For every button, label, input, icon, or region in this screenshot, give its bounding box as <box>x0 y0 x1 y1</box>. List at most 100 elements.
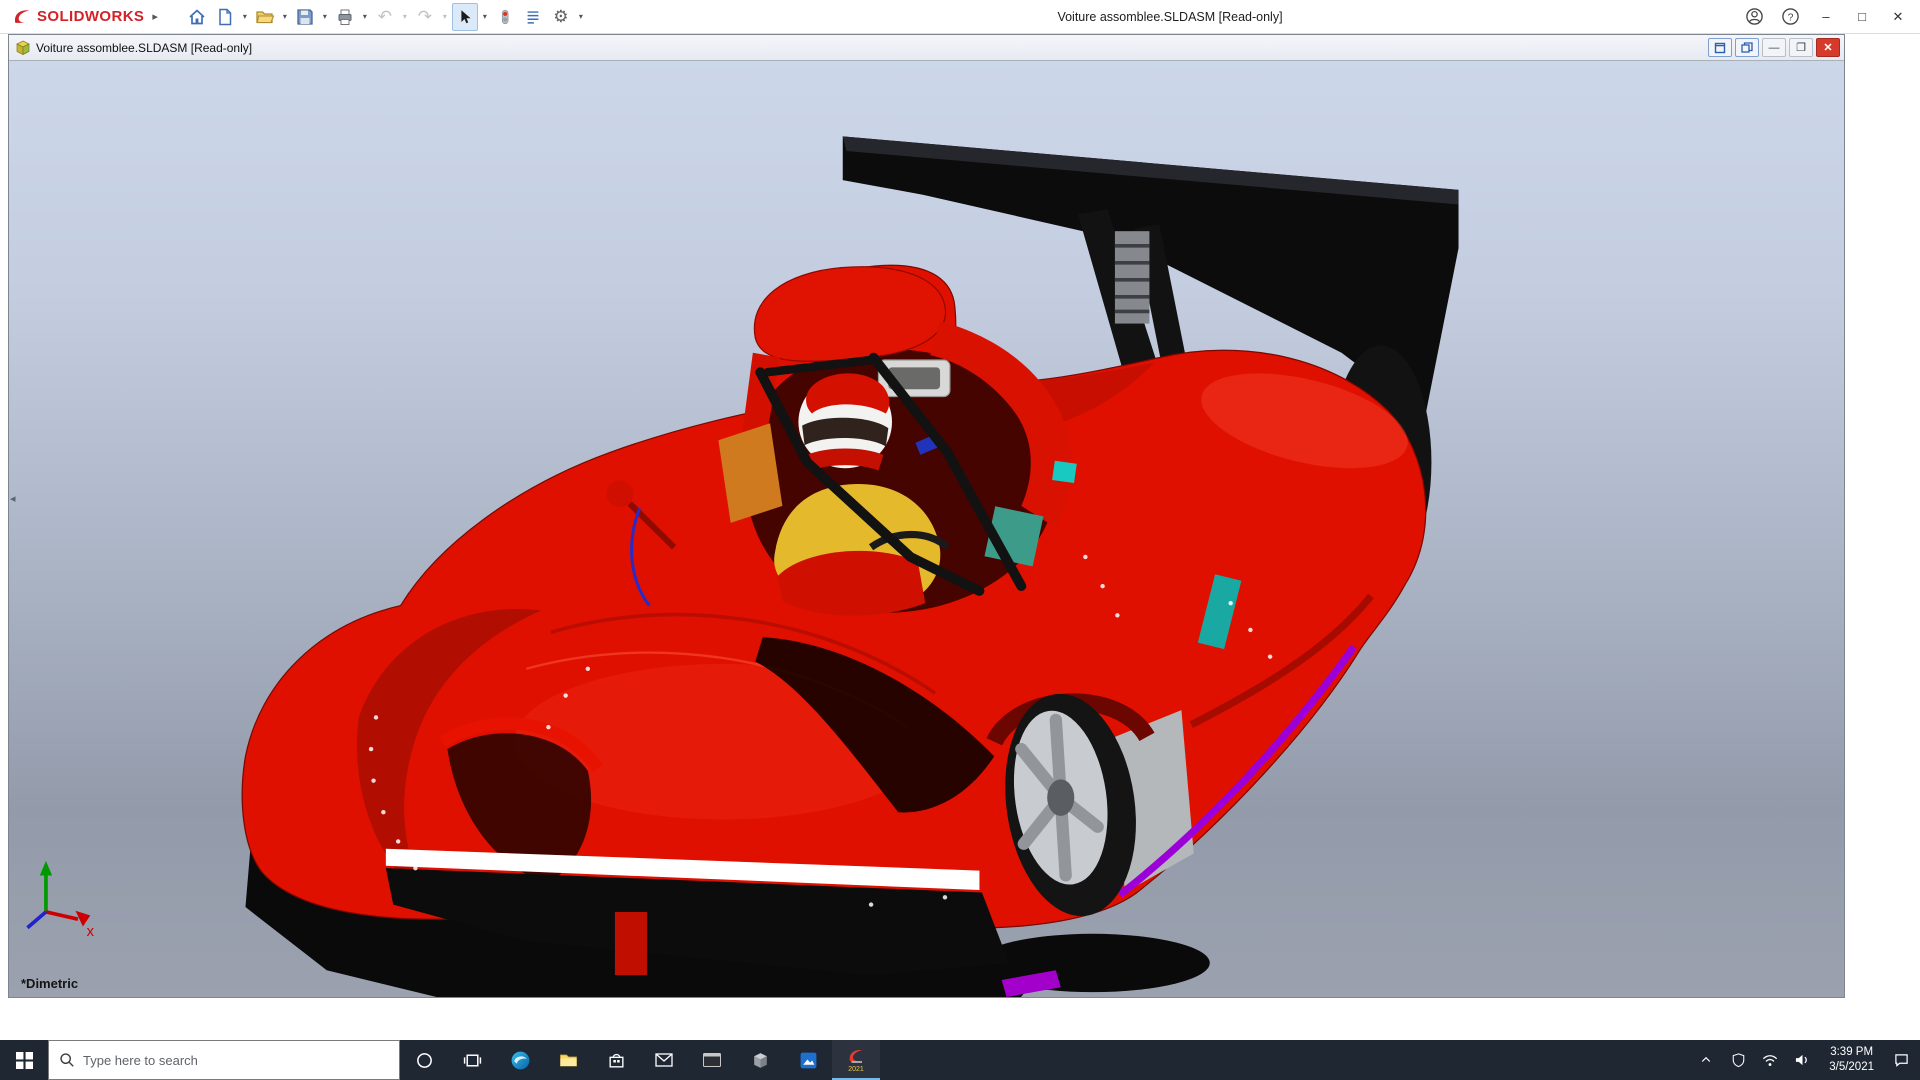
feature-tree-collapse-arrow[interactable]: ◂ <box>10 492 16 505</box>
dropdown-caret-icon[interactable]: ▾ <box>400 12 410 21</box>
account-button[interactable] <box>1736 2 1772 32</box>
dropdown-caret-icon[interactable]: ▾ <box>320 12 330 21</box>
solidworks-app-icon <box>849 1050 863 1063</box>
clock-date: 3/5/2021 <box>1829 1061 1874 1073</box>
doc-minimize-button[interactable]: — <box>1762 38 1786 57</box>
minimize-button[interactable]: – <box>1808 2 1844 32</box>
dropdown-caret-icon[interactable]: ▾ <box>280 12 290 21</box>
solidworks-app-button[interactable]: 2021 <box>832 1040 880 1080</box>
tile-windows-icon <box>1741 41 1753 53</box>
redo-button[interactable]: ↷ <box>412 3 438 31</box>
doc-new-window-button[interactable] <box>1708 38 1732 57</box>
file-explorer-button[interactable] <box>544 1040 592 1080</box>
speaker-icon <box>1795 1054 1807 1066</box>
search-icon <box>60 1053 74 1067</box>
task-view-icon <box>463 1053 481 1067</box>
rebuild-button[interactable] <box>492 3 518 31</box>
file-properties-button[interactable] <box>520 3 546 31</box>
clock-time: 3:39 PM <box>1830 1046 1874 1059</box>
svg-text:?: ? <box>1787 12 1793 23</box>
doc-restore-button[interactable]: ❐ <box>1789 38 1813 57</box>
solidworks-year-badge: 2021 <box>848 1066 864 1073</box>
shield-icon <box>1732 1053 1745 1067</box>
undo-button[interactable]: ↶ <box>372 3 398 31</box>
dassault-swoosh-icon <box>15 9 30 23</box>
open-button[interactable] <box>252 3 278 31</box>
close-button[interactable]: ✕ <box>1880 2 1916 32</box>
save-button[interactable] <box>292 3 318 31</box>
mail-icon <box>655 1053 673 1067</box>
microsoft-store-icon <box>608 1053 624 1068</box>
quick-access-toolbar: ▾ ▾ ▾ ▾ ↶ ▾ ↷ ▾ ▾ ⚙ ▾ <box>184 2 586 31</box>
task-view-button[interactable] <box>448 1040 496 1080</box>
options-button[interactable]: ⚙ <box>548 3 574 31</box>
home-button[interactable] <box>184 3 210 31</box>
dropdown-caret-icon[interactable]: ▾ <box>576 12 586 21</box>
document-titlebar: Voiture assomblee.SLDASM [Read-only] — ❐… <box>9 35 1844 61</box>
gear-icon: ⚙ <box>553 7 569 26</box>
new-document-button[interactable] <box>212 3 238 31</box>
photos-app-button[interactable] <box>784 1040 832 1080</box>
windows-taskbar: 2021 3:39 PM 3/5/ <box>0 1040 1920 1080</box>
doc-close-button[interactable]: ✕ <box>1816 38 1840 57</box>
edrawings-button[interactable] <box>736 1040 784 1080</box>
home-icon <box>189 8 205 24</box>
tray-network-button[interactable] <box>1757 1040 1783 1080</box>
edge-browser-icon <box>511 1051 529 1069</box>
taskbar-search-box[interactable] <box>48 1040 400 1080</box>
print-button[interactable] <box>332 3 358 31</box>
3d-cube-icon <box>753 1052 767 1068</box>
select-tool-button[interactable] <box>451 2 478 31</box>
save-floppy-icon <box>297 8 313 25</box>
app-window-title: Voiture assomblee.SLDASM [Read-only] <box>1057 9 1283 24</box>
new-document-icon <box>219 8 232 25</box>
user-account-icon <box>1745 8 1763 25</box>
printer-icon <box>338 9 352 25</box>
graphics-viewport[interactable]: ◂ x *Dimetric <box>9 61 1844 997</box>
photos-app-icon <box>800 1052 816 1068</box>
dropdown-caret-icon[interactable]: ▾ <box>240 12 250 21</box>
help-button[interactable]: ? <box>1772 2 1808 32</box>
open-folder-icon <box>256 10 275 23</box>
dropdown-caret-icon[interactable]: ▾ <box>360 12 370 21</box>
notification-icon <box>1894 1054 1908 1067</box>
3d-scene: x <box>26 136 1459 997</box>
tray-volume-button[interactable] <box>1789 1040 1815 1080</box>
file-explorer-icon <box>559 1054 577 1067</box>
toolbar-flyout-arrow-icon[interactable]: ▸ <box>150 10 166 23</box>
new-window-icon <box>1714 42 1726 53</box>
app-caption-buttons: ? – □ ✕ <box>1736 2 1916 32</box>
document-window-buttons: — ❐ ✕ <box>1708 38 1840 57</box>
mail-button[interactable] <box>640 1040 688 1080</box>
app-titlebar: SOLIDWORKS ▸ ▾ ▾ ▾ ▾ ↶ ▾ ↷ ▾ ▾ ⚙ ▾ Voitu… <box>0 0 1920 34</box>
doc-tile-windows-button[interactable] <box>1735 38 1759 57</box>
assembly-document-icon <box>16 40 30 55</box>
select-cursor-icon <box>461 9 471 23</box>
dropdown-caret-icon[interactable]: ▾ <box>480 12 490 21</box>
cortana-icon <box>416 1052 432 1068</box>
triad-x-label: x <box>87 924 95 940</box>
start-button[interactable] <box>0 1040 48 1080</box>
undo-icon: ↶ <box>377 7 392 26</box>
orientation-triad: x <box>26 860 95 940</box>
solidworks-logo: SOLIDWORKS <box>4 7 150 27</box>
search-input[interactable] <box>83 1052 363 1068</box>
command-prompt-icon <box>703 1053 721 1067</box>
store-button[interactable] <box>592 1040 640 1080</box>
rebuild-traffic-light-icon <box>501 9 509 24</box>
redo-icon: ↷ <box>417 7 432 26</box>
tray-expand-button[interactable] <box>1693 1040 1719 1080</box>
command-prompt-button[interactable] <box>688 1040 736 1080</box>
document-window: Voiture assomblee.SLDASM [Read-only] — ❐… <box>8 34 1845 998</box>
wifi-icon <box>1763 1054 1778 1066</box>
taskbar-clock[interactable]: 3:39 PM 3/5/2021 <box>1821 1045 1882 1075</box>
maximize-button[interactable]: □ <box>1844 2 1880 32</box>
action-center-button[interactable] <box>1888 1040 1914 1080</box>
car-3d-model[interactable] <box>241 136 1459 997</box>
windows-logo-icon <box>15 1051 33 1069</box>
edge-button[interactable] <box>496 1040 544 1080</box>
dropdown-caret-icon[interactable]: ▾ <box>440 12 450 21</box>
cortana-button[interactable] <box>400 1040 448 1080</box>
tray-security-button[interactable] <box>1725 1040 1751 1080</box>
brand-name: SOLIDWORKS <box>37 8 145 25</box>
